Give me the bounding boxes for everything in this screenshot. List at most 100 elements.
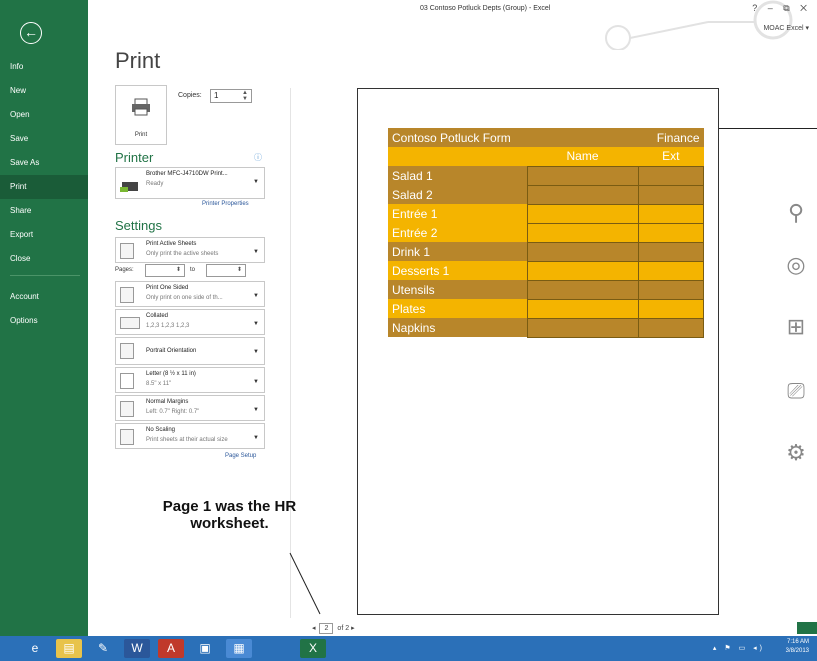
acrobat-icon[interactable]: A xyxy=(158,639,184,658)
printer-icon xyxy=(132,98,150,116)
app-icon[interactable]: ✎ xyxy=(90,639,116,658)
table-row: Desserts 1 xyxy=(388,260,704,281)
system-tray-icons[interactable]: ▴ ⚑ ▭ ◂) xyxy=(713,644,765,652)
nav-item-save[interactable]: Save xyxy=(0,127,88,151)
devices-icon[interactable]: ⎚ xyxy=(783,378,809,404)
pages-to-input[interactable]: ⬍ xyxy=(206,264,246,277)
sheets-icon xyxy=(120,243,134,259)
back-arrow-icon[interactable]: ← xyxy=(20,22,42,44)
excel-backstage-window: ← Info New Open Save Save As Print Share… xyxy=(0,0,817,661)
page-setup-link[interactable]: Page Setup xyxy=(225,453,256,459)
printer-properties-link[interactable]: Printer Properties xyxy=(202,201,249,207)
nav-divider xyxy=(10,275,80,276)
portrait-icon xyxy=(120,343,134,359)
account-menu[interactable]: MOAC Excel ▾ xyxy=(763,24,809,32)
clock-time: 7:16 AM xyxy=(786,639,809,645)
print-button[interactable]: Print xyxy=(115,85,167,145)
row-label: Entrée 1 xyxy=(388,204,527,223)
settings-gear-icon[interactable]: ⚙ xyxy=(783,440,809,466)
prev-page-icon[interactable]: ◂ xyxy=(312,625,316,632)
word-icon[interactable]: W xyxy=(124,639,150,658)
scaling-icon xyxy=(120,429,134,445)
view-toggle-buttons[interactable] xyxy=(797,622,817,634)
name-cell xyxy=(526,260,639,281)
search-icon[interactable]: ⚲ xyxy=(783,200,809,226)
name-cell xyxy=(526,165,639,186)
copies-spinner-icon[interactable]: ▲ ▼ xyxy=(242,90,248,102)
table-column-header-row: Name Ext xyxy=(388,147,704,166)
photo-icon[interactable]: ▣ xyxy=(192,639,218,658)
collation-title: Collated xyxy=(146,313,169,319)
collation-dropdown[interactable]: Collated 1,2,3 1,2,3 1,2,3 ▼ xyxy=(115,309,265,335)
name-cell xyxy=(526,317,639,338)
row-label: Plates xyxy=(388,299,527,318)
print-button-label: Print xyxy=(134,132,148,138)
file-explorer-icon[interactable]: ▤ xyxy=(56,639,82,658)
title-bar: 03 Contoso Potluck Depts (Group) - Excel… xyxy=(88,0,817,50)
table-row: Salad 1 xyxy=(388,165,704,186)
start-windows-icon[interactable]: ⊞ xyxy=(783,314,809,340)
printer-device-icon xyxy=(120,182,138,192)
nav-item-new[interactable]: New xyxy=(0,79,88,103)
printer-dropdown[interactable]: Brother MFC-J4710DW Print... Ready ▼ xyxy=(115,167,265,199)
table-row: Entrée 1 xyxy=(388,203,704,224)
annotation-text: Page 1 was the HR worksheet. xyxy=(162,498,297,532)
nav-item-account[interactable]: Account xyxy=(0,285,88,309)
info-icon[interactable]: ⓘ xyxy=(254,152,262,163)
orientation-title: Portrait Orientation xyxy=(146,348,197,354)
sides-subtitle: Only print on one side of th... xyxy=(146,295,223,301)
chevron-down-icon: ▼ xyxy=(253,349,259,355)
ext-cell xyxy=(637,298,704,319)
window-title: 03 Contoso Potluck Depts (Group) - Excel xyxy=(420,5,551,12)
chevron-down-icon: ▼ xyxy=(253,249,259,255)
nav-item-save-as[interactable]: Save As xyxy=(0,151,88,175)
settings-heading: Settings xyxy=(115,218,162,233)
pages-to-label: to xyxy=(190,267,196,273)
printer-heading: Printer xyxy=(115,150,154,165)
collated-icon xyxy=(120,317,140,329)
print-what-dropdown[interactable]: Print Active Sheets Only print the activ… xyxy=(115,237,265,263)
row-label: Entrée 2 xyxy=(388,223,527,242)
form-title: Contoso Potluck Form xyxy=(388,128,638,147)
scaling-dropdown[interactable]: No Scaling Print sheets at their actual … xyxy=(115,423,265,449)
backstage-nav: ← Info New Open Save Save As Print Share… xyxy=(0,0,88,636)
paper-title: Letter (8 ½ x 11 in) xyxy=(146,371,196,377)
next-page-icon[interactable]: ▸ xyxy=(351,625,355,632)
nav-item-options[interactable]: Options xyxy=(0,309,88,333)
internet-explorer-icon[interactable]: e xyxy=(22,639,48,658)
col-header-name: Name xyxy=(527,147,638,166)
share-icon[interactable]: ◎ xyxy=(783,252,809,278)
nav-item-share[interactable]: Share xyxy=(0,199,88,223)
nav-item-export[interactable]: Export xyxy=(0,223,88,247)
row-label: Salad 1 xyxy=(388,166,527,185)
nav-item-close[interactable]: Close xyxy=(0,247,88,271)
panel-divider xyxy=(290,88,291,618)
margins-subtitle: Left: 0.7" Right: 0.7" xyxy=(146,409,200,415)
clock[interactable]: 7:16 AM 3/8/2013 xyxy=(786,638,809,656)
paper-size-dropdown[interactable]: Letter (8 ½ x 11 in) 8.5" x 11" ▼ xyxy=(115,367,265,393)
row-label: Drink 1 xyxy=(388,242,527,261)
table-row: Drink 1 xyxy=(388,241,704,262)
printer-status: Ready xyxy=(146,181,164,187)
name-cell xyxy=(526,203,639,224)
chevron-down-icon: ▼ xyxy=(253,435,259,441)
nav-item-info[interactable]: Info xyxy=(0,55,88,79)
pages-from-input[interactable]: ⬍ xyxy=(145,264,185,277)
table-row: Utensils xyxy=(388,279,704,300)
window-app-icon[interactable]: ▦ xyxy=(226,639,252,658)
sides-dropdown[interactable]: Print One Sided Only print on one side o… xyxy=(115,281,265,307)
table-row: Entrée 2 xyxy=(388,222,704,243)
window-controls[interactable]: ? – ⧉ ✕ xyxy=(752,3,811,14)
nav-item-print[interactable]: Print xyxy=(0,175,88,199)
orientation-dropdown[interactable]: Portrait Orientation ▼ xyxy=(115,337,265,365)
current-page-input[interactable]: 2 xyxy=(319,623,334,634)
chevron-down-icon: ▼ xyxy=(253,293,259,299)
margins-dropdown[interactable]: Normal Margins Left: 0.7" Right: 0.7" ▼ xyxy=(115,395,265,421)
scaling-title: No Scaling xyxy=(146,427,176,433)
callout-line xyxy=(719,128,817,129)
nav-item-open[interactable]: Open xyxy=(0,103,88,127)
col-header-ext: Ext xyxy=(638,147,704,166)
row-label: Utensils xyxy=(388,280,527,299)
excel-icon[interactable]: X xyxy=(300,639,326,658)
print-what-title: Print Active Sheets xyxy=(146,241,197,247)
